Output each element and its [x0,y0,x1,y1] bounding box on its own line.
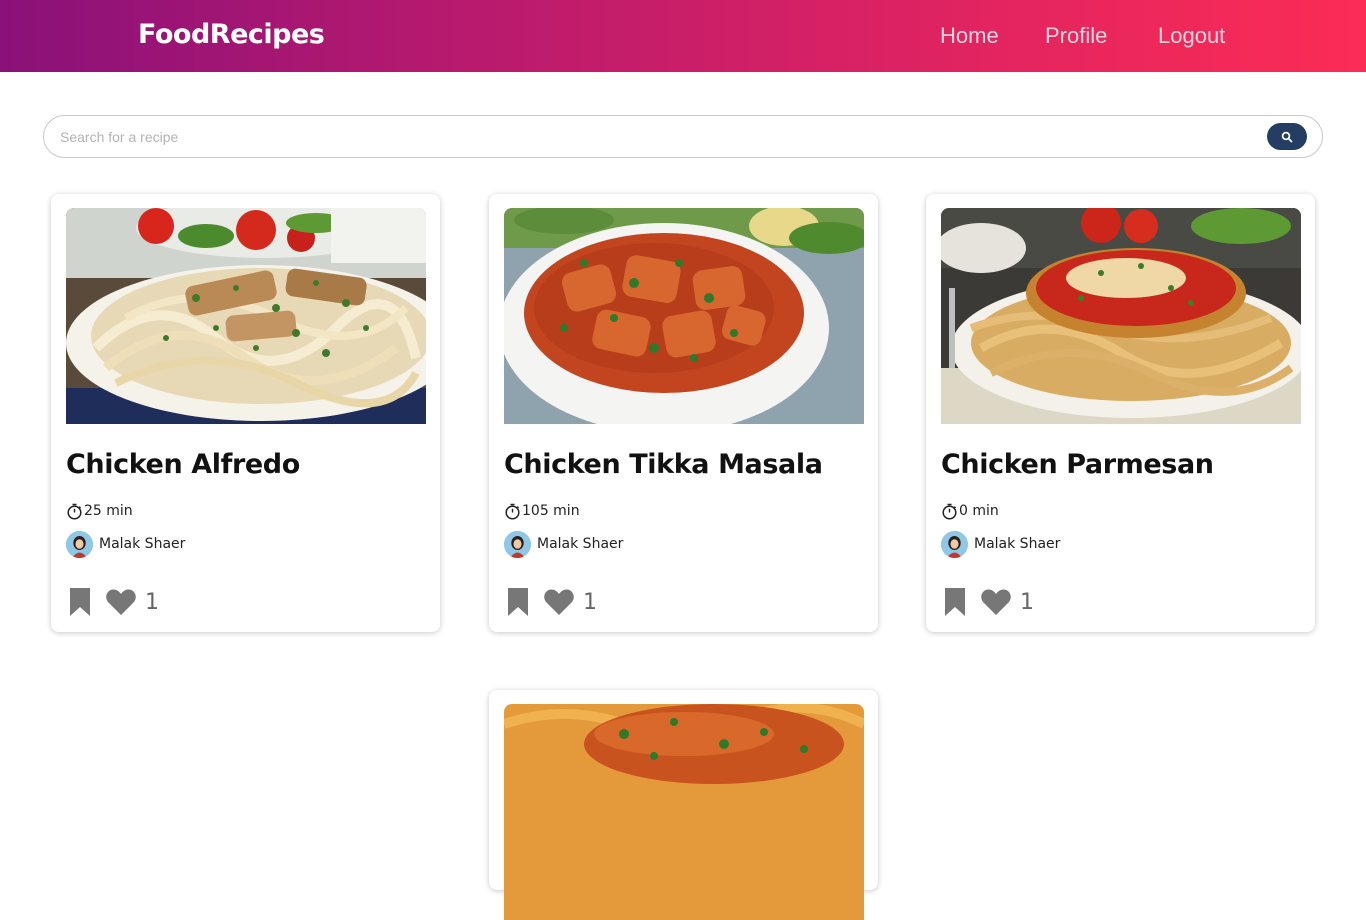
like-count: 1 [145,589,159,615]
cook-time: 25 min [66,502,133,520]
bookmark-icon[interactable] [506,587,530,617]
like-count: 1 [1020,589,1034,615]
recipe-image[interactable] [941,208,1301,424]
author-name[interactable]: Malak Shaer [537,536,623,552]
cook-time: 0 min [941,502,999,520]
top-navbar: FoodRecipes Home Profile Logout [0,0,1366,72]
nav-logout-link[interactable]: Logout [1158,23,1225,49]
bookmark-icon[interactable] [943,587,967,617]
author-avatar[interactable] [504,530,531,558]
cook-time-value: 105 min [522,503,580,519]
author-avatar[interactable] [941,530,968,558]
cook-time-value: 0 min [959,503,999,519]
bookmark-icon[interactable] [68,587,92,617]
search-icon [1281,131,1293,142]
cook-time-value: 25 min [84,503,133,519]
stopwatch-icon [67,503,82,520]
recipe-card[interactable]: Chicken Parmesan 0 min Malak Shaer 1 [926,194,1315,632]
recipe-title[interactable]: Chicken Tikka Masala [504,449,823,480]
search-bar [43,115,1323,158]
author-name[interactable]: Malak Shaer [974,536,1060,552]
recipe-author: Malak Shaer [941,530,1060,558]
recipe-image[interactable] [504,208,864,424]
card-actions: 1 [506,587,597,617]
recipe-card[interactable]: Chicken Alfredo 25 min Malak Shaer 1 [51,194,440,632]
stopwatch-icon [942,503,957,520]
nav-home-link[interactable]: Home [940,23,999,49]
stopwatch-icon [505,503,520,520]
card-actions: 1 [68,587,159,617]
recipe-card[interactable] [489,690,878,920]
search-button[interactable] [1267,123,1307,150]
cook-time: 105 min [504,502,580,520]
nav-profile-link[interactable]: Profile [1045,23,1107,49]
heart-icon[interactable] [543,588,575,616]
recipe-title[interactable]: Chicken Parmesan [941,449,1214,480]
heart-icon[interactable] [105,588,137,616]
brand-logo[interactable]: FoodRecipes [138,19,325,50]
search-input[interactable] [60,126,1240,148]
recipe-image[interactable] [66,208,426,424]
recipe-title[interactable]: Chicken Alfredo [66,449,300,480]
card-actions: 1 [943,587,1034,617]
heart-icon[interactable] [980,588,1012,616]
recipe-image[interactable] [504,704,864,920]
recipe-card[interactable]: Chicken Tikka Masala 105 min Malak Shaer [489,194,878,632]
author-avatar[interactable] [66,530,93,558]
recipe-author: Malak Shaer [504,530,623,558]
author-name[interactable]: Malak Shaer [99,536,185,552]
recipe-author: Malak Shaer [66,530,185,558]
like-count: 1 [583,589,597,615]
